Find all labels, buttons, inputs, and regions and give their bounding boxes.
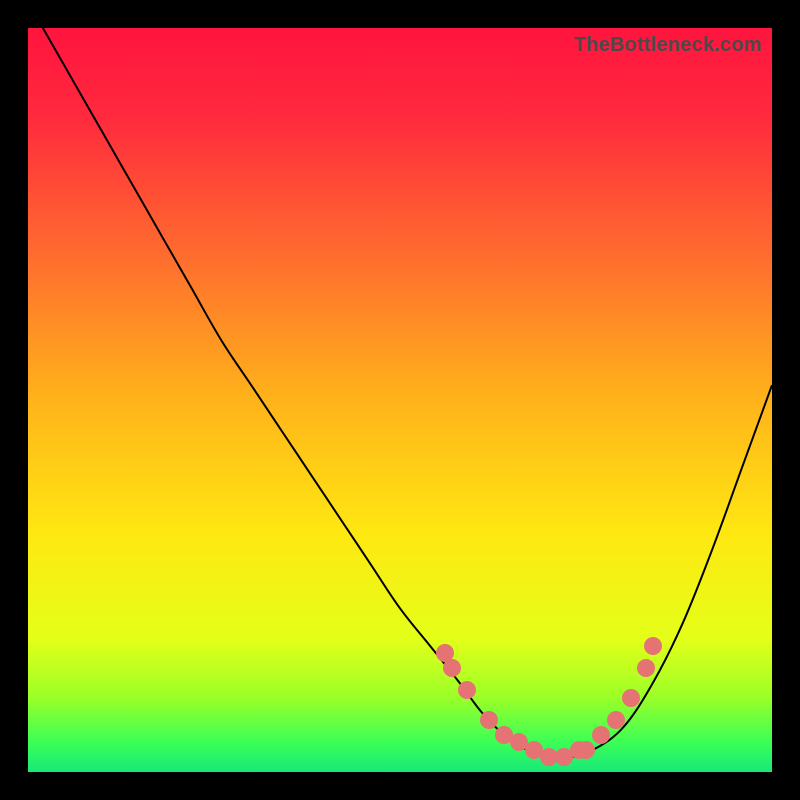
highlight-dot — [443, 659, 461, 677]
chart-frame: TheBottleneck.com — [0, 0, 800, 800]
highlight-dot — [458, 681, 476, 699]
highlight-dot — [622, 689, 640, 707]
highlight-dot — [577, 741, 595, 759]
watermark-text: TheBottleneck.com — [574, 34, 762, 57]
highlight-dot — [592, 726, 610, 744]
bottleneck-curve — [28, 28, 772, 772]
highlight-dot — [644, 637, 662, 655]
chart-plot-area: TheBottleneck.com — [28, 28, 772, 772]
highlight-dot — [637, 659, 655, 677]
highlight-dot — [480, 711, 498, 729]
highlight-dot — [607, 711, 625, 729]
